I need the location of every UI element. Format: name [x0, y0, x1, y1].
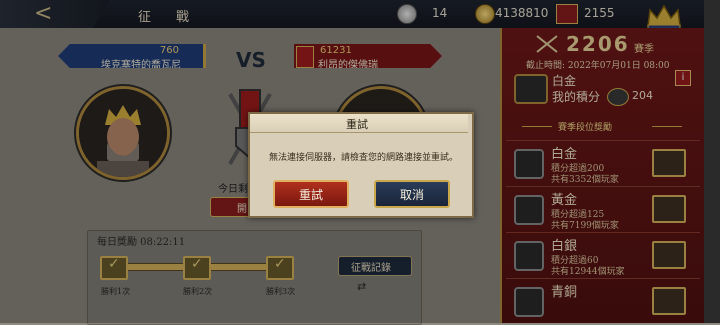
retry-label: 重試 [298, 188, 323, 202]
dialog-title: 重試 [346, 118, 368, 131]
dialog-message: 無法連接伺服器，請檢查您的網路連接並重試。 [269, 153, 459, 163]
cancel-button[interactable]: 取消 [374, 180, 450, 208]
retry-button[interactable]: 重試 [273, 180, 349, 208]
cancel-label: 取消 [399, 188, 424, 202]
